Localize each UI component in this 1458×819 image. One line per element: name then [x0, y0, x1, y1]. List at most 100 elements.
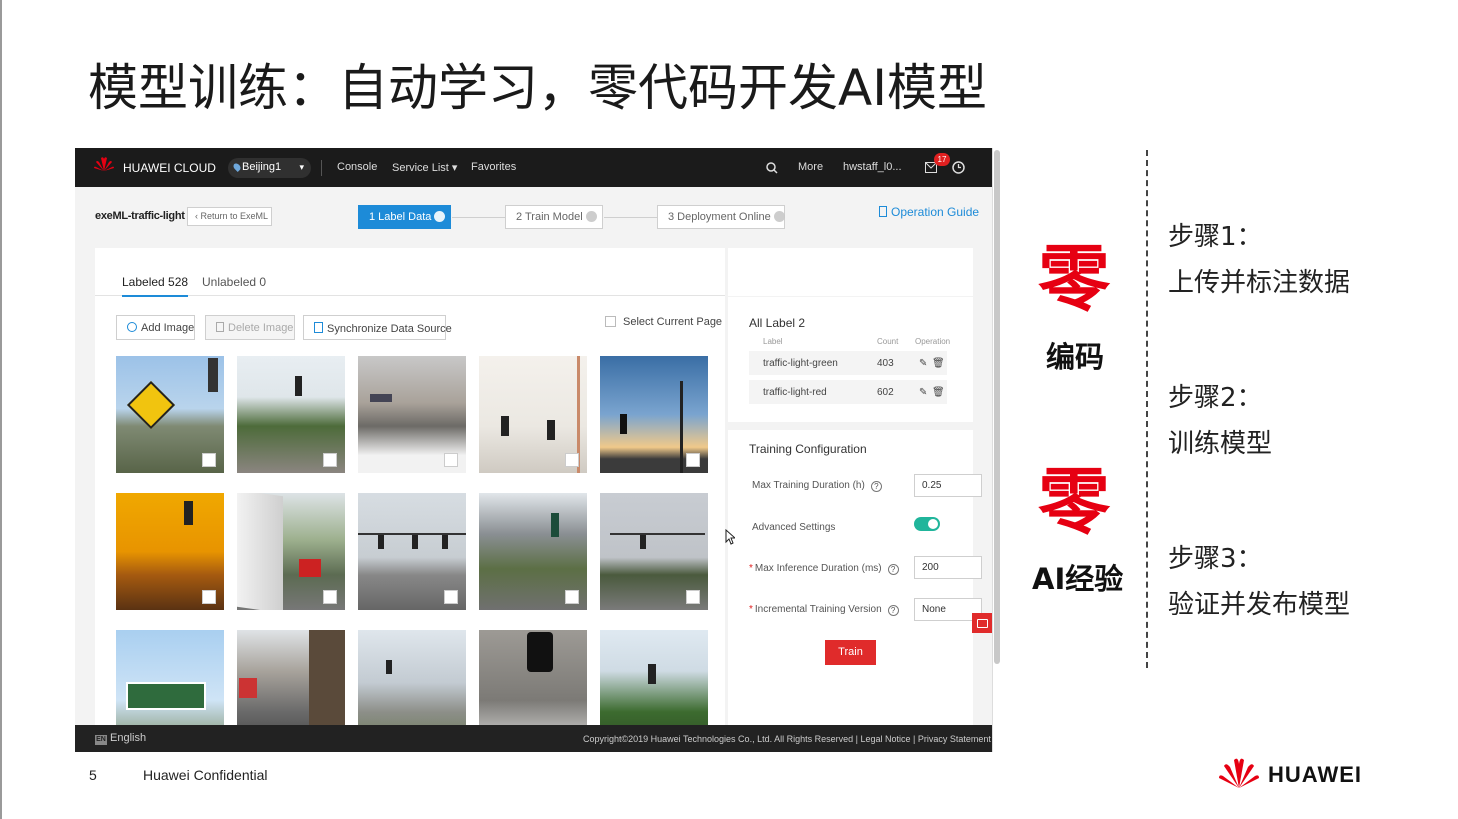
image-thumbnail[interactable] [479, 356, 587, 473]
location-pin-icon [232, 162, 242, 172]
delete-image-button[interactable]: Delete Image [205, 315, 295, 340]
help-icon[interactable]: ? [887, 564, 899, 575]
clock-icon[interactable] [952, 161, 965, 174]
select-page-label: Select Current Page [623, 316, 723, 328]
column-operation: Operation [915, 337, 951, 346]
top-navigation: HUAWEI CLOUD Beijing1 ▾ Console Service … [75, 148, 992, 187]
region-label: Beijing1 [242, 161, 282, 173]
checkbox[interactable] [605, 316, 616, 327]
image-thumbnail[interactable] [600, 493, 708, 610]
huawei-wordmark: HUAWEI [1268, 762, 1362, 787]
user-menu[interactable]: hwstaff_l0... [843, 161, 902, 173]
add-image-label: Add Image [141, 322, 195, 334]
image-thumbnail[interactable] [600, 356, 708, 473]
image-thumbnail[interactable] [358, 356, 466, 473]
config-panel: All Label 2 Label Count Operation traffi… [728, 297, 982, 727]
all-label-heading: All Label 2 [749, 316, 806, 330]
status-icon [773, 211, 785, 222]
image-thumbnail[interactable] [116, 493, 224, 610]
zero-caption-coding: 编码 [1046, 340, 1105, 374]
help-icon[interactable]: ? [870, 481, 882, 492]
operation-guide-label: Operation Guide [891, 205, 980, 219]
nav-service-list[interactable]: Service List ▾ [392, 161, 457, 174]
training-config-heading: Training Configuration [749, 442, 867, 456]
nav-console[interactable]: Console [337, 161, 377, 173]
image-checkbox[interactable] [444, 453, 458, 467]
step-label-data[interactable]: 1 Label Data [358, 205, 451, 229]
document-icon [879, 206, 887, 217]
image-checkbox[interactable] [686, 590, 700, 604]
required-icon: * [749, 604, 753, 615]
image-checkbox[interactable] [202, 590, 216, 604]
status-icon [585, 211, 597, 222]
step-deployment-online[interactable]: 3 Deployment Online [657, 205, 785, 229]
max-training-duration-input[interactable]: 0.25 [914, 474, 982, 497]
tab-unlabeled[interactable]: Unlabeled 0 [202, 275, 266, 289]
step2-title: 步骤2： [1168, 383, 1263, 413]
scrollbar[interactable] [994, 150, 1000, 664]
delete-icon[interactable]: 🗑 [932, 387, 945, 398]
panel-divider [728, 422, 973, 430]
right-panel-top [728, 248, 973, 296]
search-icon[interactable] [766, 162, 778, 174]
feedback-icon[interactable] [972, 613, 992, 633]
page-number: 5 [89, 767, 97, 783]
step-connector [452, 217, 505, 218]
label-tabs: Labeled 528 Unlabeled 0 [95, 248, 725, 297]
add-image-button[interactable]: Add Image [116, 315, 195, 340]
language-switch[interactable]: EN English [95, 732, 146, 745]
step1-desc: 上传并标注数据 [1168, 268, 1351, 298]
required-icon: * [749, 563, 753, 574]
help-icon[interactable]: ? [887, 605, 899, 616]
train-button[interactable]: Train [825, 640, 876, 665]
step-train-model[interactable]: 2 Train Model [505, 205, 603, 229]
image-checkbox[interactable] [444, 590, 458, 604]
image-checkbox[interactable] [323, 453, 337, 467]
image-checkbox[interactable] [565, 590, 579, 604]
project-name: exeML-traffic-light [95, 210, 185, 222]
label-count: 403 [877, 358, 894, 369]
workflow-bar: exeML-traffic-light ‹ Return to ExeML 1 … [75, 187, 992, 247]
zero-caption-ai: AI经验 [1032, 562, 1124, 596]
zero-badge-coding: 零 [1038, 237, 1111, 321]
advanced-settings-toggle[interactable] [914, 517, 940, 531]
advanced-settings-label: Advanced Settings [752, 522, 836, 533]
image-checkbox[interactable] [202, 453, 216, 467]
sync-label: Synchronize Data Source [327, 323, 452, 335]
column-label: Label [763, 337, 783, 346]
step-connector [604, 217, 657, 218]
edit-icon[interactable]: ✎ [919, 358, 927, 369]
image-thumbnail[interactable] [358, 493, 466, 610]
return-button[interactable]: ‹ Return to ExeML [187, 207, 272, 226]
slide-left-border [0, 0, 2, 819]
nav-favorites[interactable]: Favorites [471, 161, 516, 173]
image-thumbnail[interactable] [237, 493, 345, 610]
image-thumbnail[interactable] [237, 356, 345, 473]
delete-icon[interactable]: 🗑 [932, 358, 945, 369]
max-inference-duration-input[interactable]: 200 [914, 556, 982, 579]
step1-title: 步骤1： [1168, 222, 1263, 252]
nav-divider [321, 160, 322, 176]
nav-more[interactable]: More [798, 161, 823, 173]
operation-guide-link[interactable]: Operation Guide [879, 205, 979, 219]
image-thumbnail[interactable] [479, 493, 587, 610]
image-checkbox[interactable] [565, 453, 579, 467]
sync-data-source-button[interactable]: Synchronize Data Source [303, 315, 452, 340]
image-checkbox[interactable] [686, 453, 700, 467]
region-selector[interactable]: Beijing1 ▾ [228, 158, 311, 178]
tab-labeled[interactable]: Labeled 528 [122, 275, 189, 297]
confidential-label: Huawei Confidential [143, 767, 268, 783]
cloud-brand[interactable]: HUAWEI CLOUD [123, 161, 216, 175]
image-panel: Labeled 528 Unlabeled 0 Add Image Delete… [95, 248, 725, 747]
step-label: 3 Deployment Online [668, 211, 771, 223]
max-inference-duration-label: * Max Inference Duration (ms)? [749, 563, 899, 575]
notification-badge: 17 [934, 153, 950, 166]
return-label: Return to ExeML [200, 211, 269, 221]
label-row[interactable]: traffic-light-green 403 ✎ 🗑 [749, 351, 947, 375]
edit-icon[interactable]: ✎ [919, 387, 927, 398]
image-thumbnail[interactable] [116, 356, 224, 473]
select-current-page[interactable]: Select Current Page [605, 316, 722, 328]
label-count: 602 [877, 387, 894, 398]
image-checkbox[interactable] [323, 590, 337, 604]
label-row[interactable]: traffic-light-red 602 ✎ 🗑 [749, 380, 947, 404]
